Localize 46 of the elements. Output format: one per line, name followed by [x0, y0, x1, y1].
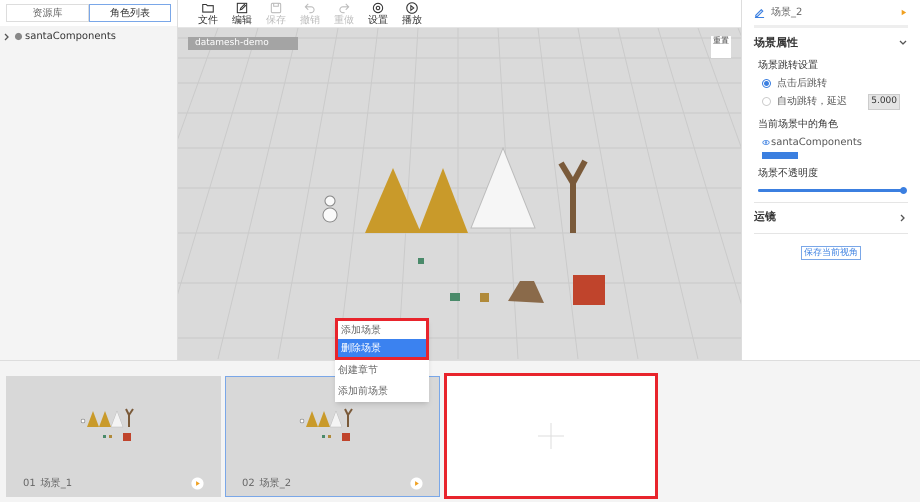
toolbar-button[interactable]: 编辑	[232, 0, 252, 26]
pencil-icon	[754, 7, 765, 18]
plus-icon	[538, 423, 564, 449]
settings-icon	[371, 0, 385, 14]
delay-field[interactable]: 5.000	[868, 94, 900, 110]
slider-thumb[interactable]	[900, 186, 907, 194]
panel-tab[interactable]: 角色列表	[88, 4, 171, 22]
redo-icon	[337, 0, 351, 14]
toolbar-button[interactable]: 文件	[198, 0, 218, 26]
component-icon	[14, 32, 23, 41]
play-icon[interactable]	[191, 477, 204, 490]
play-icon	[405, 0, 419, 14]
eye-icon[interactable]	[762, 138, 770, 146]
undo-icon	[303, 0, 317, 14]
tree-item-label: santaComponents	[25, 30, 116, 44]
scene-number: 01	[23, 477, 36, 491]
field-label: 当前场景中的角色	[758, 118, 839, 132]
field-label: 场景不透明度	[758, 166, 819, 180]
section-header[interactable]: 运镜	[754, 202, 908, 232]
scene-title: 场景_1	[40, 476, 74, 491]
radio-label: 自动跳转，延迟	[777, 94, 848, 110]
menu-item[interactable]: 删除场景	[335, 339, 429, 360]
toolbar-button[interactable]: 设置	[368, 0, 388, 26]
scene-number: 02	[242, 477, 255, 491]
scene-name: 场景_2	[771, 6, 804, 20]
project-label: datamesh-demo	[195, 36, 269, 50]
panel-tab[interactable]: 资源库	[6, 4, 88, 22]
toolbar-button[interactable]: 播放	[402, 0, 422, 26]
radio-button[interactable]	[762, 79, 771, 88]
radio-button[interactable]	[762, 97, 771, 106]
add-scene-card[interactable]	[444, 373, 658, 499]
edit-icon	[235, 0, 249, 14]
scene-title: 场景_2	[260, 476, 292, 491]
reset-view-button[interactable]: 重置	[711, 36, 731, 58]
role-name: santaComponents	[771, 136, 862, 150]
radio-label: 点击后跳转	[777, 76, 828, 91]
tree-item[interactable]: santaComponents	[0, 26, 177, 47]
field-label: 场景跳转设置	[758, 58, 819, 73]
play-icon[interactable]	[899, 8, 908, 17]
scene-card[interactable]: 01 场景_1	[6, 376, 221, 497]
save-view-button[interactable]: 保存当前视角	[801, 246, 861, 260]
role-color-bar	[762, 152, 798, 158]
section-header[interactable]: 场景属性	[754, 28, 908, 58]
play-icon[interactable]	[410, 477, 423, 490]
menu-item[interactable]: 添加前场景	[335, 381, 429, 402]
save-icon	[269, 0, 283, 14]
